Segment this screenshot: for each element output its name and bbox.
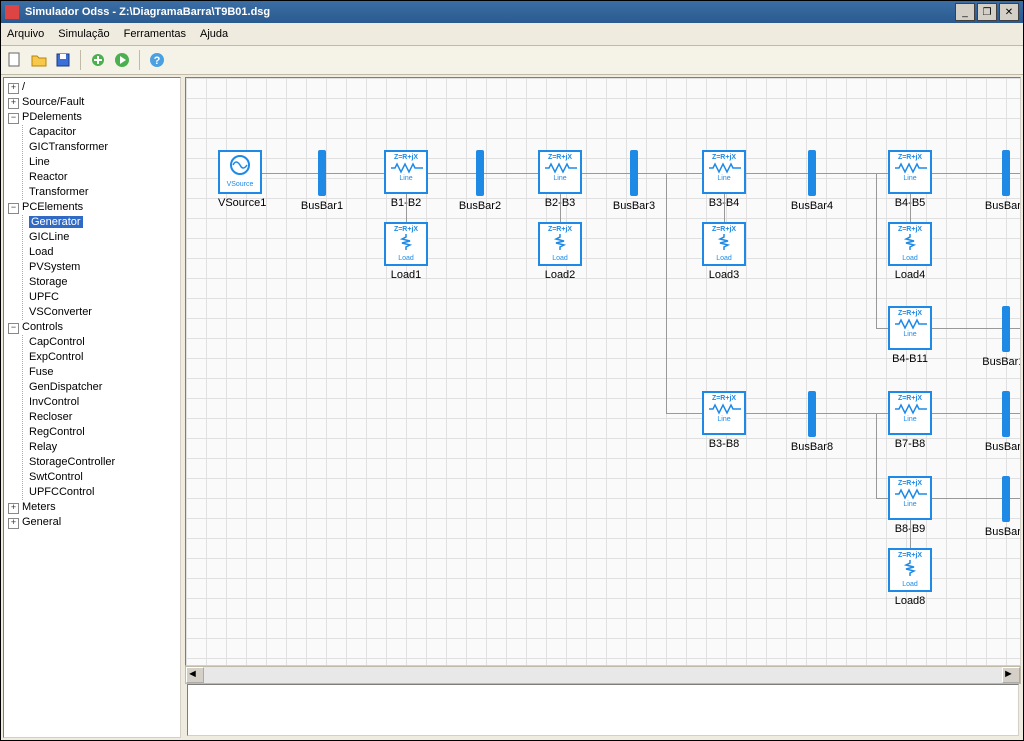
tree-relay[interactable]: Relay	[29, 440, 178, 455]
tree-regcontrol[interactable]: RegControl	[29, 425, 178, 440]
tree-meters[interactable]: +Meters	[8, 500, 178, 515]
tree-capcontrol[interactable]: CapControl	[29, 335, 178, 350]
save-icon[interactable]	[53, 50, 73, 70]
busbar5[interactable]	[1002, 150, 1010, 196]
busbar1[interactable]	[318, 150, 326, 196]
tree-expcontrol[interactable]: ExpControl	[29, 350, 178, 365]
status-panel	[187, 684, 1019, 736]
tree-gicline[interactable]: GICLine	[29, 230, 178, 245]
wire	[560, 194, 561, 222]
minimize-button[interactable]: _	[955, 3, 975, 21]
scroll-right-button[interactable]: ►	[1002, 667, 1020, 683]
tree-generator[interactable]: Generator	[29, 215, 178, 230]
busbar4-label: BusBar4	[782, 200, 842, 212]
tree-line[interactable]: Line	[29, 155, 178, 170]
menu-arquivo[interactable]: Arquivo	[7, 28, 44, 40]
add-icon[interactable]	[88, 50, 108, 70]
comp-load4[interactable]: Z=R+jXLoad Load4	[888, 222, 932, 281]
app-window: Simulador Odss - Z:\DiagramaBarra\T9B01.…	[0, 0, 1024, 741]
tree-pvsystem[interactable]: PVSystem	[29, 260, 178, 275]
help-icon[interactable]: ?	[147, 50, 167, 70]
busbar4[interactable]	[808, 150, 816, 196]
horizontal-scrollbar[interactable]: ◄ ►	[185, 666, 1021, 684]
toolbar-separator	[80, 50, 81, 70]
wire	[406, 194, 407, 222]
comp-load1[interactable]: Z=R+jXLoad Load1	[384, 222, 428, 281]
comp-load3[interactable]: Z=R+jXLoad Load3	[702, 222, 746, 281]
tree-invcontrol[interactable]: InvControl	[29, 395, 178, 410]
open-file-icon[interactable]	[29, 50, 49, 70]
busbar2-label: BusBar2	[450, 200, 510, 212]
busbar7-label: BusBar7	[976, 441, 1021, 453]
wire	[724, 194, 725, 222]
tree-upfc[interactable]: UPFC	[29, 290, 178, 305]
busbar3[interactable]	[630, 150, 638, 196]
run-icon[interactable]	[112, 50, 132, 70]
wire	[910, 194, 911, 222]
window-buttons: _ ❐ ✕	[955, 3, 1019, 21]
tree-panel[interactable]: +/ +Source/Fault −PDelements Capacitor G…	[3, 77, 181, 738]
tree-gictransformer[interactable]: GICTransformer	[29, 140, 178, 155]
busbar9[interactable]	[1002, 476, 1010, 522]
window-title: Simulador Odss - Z:\DiagramaBarra\T9B01.…	[25, 6, 955, 18]
wire	[876, 173, 877, 328]
busbar7[interactable]	[1002, 391, 1010, 437]
diagram-canvas[interactable]: VSource VSource1 BusBar1 Z=R+jXLine B1-B…	[185, 77, 1021, 666]
tree-gendispatcher[interactable]: GenDispatcher	[29, 380, 178, 395]
close-button[interactable]: ✕	[999, 3, 1019, 21]
app-icon	[5, 5, 19, 19]
menu-ajuda[interactable]: Ajuda	[200, 28, 228, 40]
busbar8[interactable]	[808, 391, 816, 437]
tree-fuse[interactable]: Fuse	[29, 365, 178, 380]
busbar11-label: BusBar11	[976, 356, 1021, 368]
comp-b7b8[interactable]: Z=R+jXLine B7-B8	[888, 391, 932, 450]
svg-text:?: ?	[154, 55, 161, 67]
tree-recloser[interactable]: Recloser	[29, 410, 178, 425]
scroll-left-button[interactable]: ◄	[186, 667, 204, 683]
client-area: +/ +Source/Fault −PDelements Capacitor G…	[1, 75, 1023, 740]
wire	[876, 413, 877, 498]
tree-transformer[interactable]: Transformer	[29, 185, 178, 200]
toolbar: ?	[1, 46, 1023, 75]
tree-swtcontrol[interactable]: SwtControl	[29, 470, 178, 485]
busbar9-label: BusBar9	[976, 526, 1021, 538]
tree-general[interactable]: +General	[8, 515, 178, 530]
maximize-button[interactable]: ❐	[977, 3, 997, 21]
comp-b3b8[interactable]: Z=R+jXLine B3-B8	[702, 391, 746, 450]
tree-upfccontrol[interactable]: UPFCControl	[29, 485, 178, 500]
busbar8-label: BusBar8	[782, 441, 842, 453]
menubar: Arquivo Simulação Ferramentas Ajuda	[1, 23, 1023, 46]
tree-pdelements[interactable]: −PDelements Capacitor GICTransformer Lin…	[8, 110, 178, 200]
tree-vsconverter[interactable]: VSConverter	[29, 305, 178, 320]
wire	[910, 520, 911, 548]
tree-sourcefault[interactable]: +Source/Fault	[8, 95, 178, 110]
tree-capacitor[interactable]: Capacitor	[29, 125, 178, 140]
tree-root[interactable]: +/	[8, 80, 178, 95]
tree-storage[interactable]: Storage	[29, 275, 178, 290]
menu-simulacao[interactable]: Simulação	[58, 28, 109, 40]
comp-b4b11[interactable]: Z=R+jXLine B4-B11	[888, 306, 932, 365]
busbar1-label: BusBar1	[292, 200, 352, 212]
tree-controls[interactable]: −Controls CapControl ExpControl Fuse Gen…	[8, 320, 178, 500]
scroll-track[interactable]	[204, 667, 1002, 683]
busbar3-label: BusBar3	[604, 200, 664, 212]
comp-load2[interactable]: Z=R+jXLoad Load2	[538, 222, 582, 281]
busbar5-label: BusBar5	[976, 200, 1021, 212]
comp-load8[interactable]: Z=R+jXLoad Load8	[888, 548, 932, 607]
busbar2[interactable]	[476, 150, 484, 196]
wire	[666, 173, 667, 413]
tree-pcelements[interactable]: −PCElements Generator GICLine Load PVSys…	[8, 200, 178, 320]
comp-vsource1[interactable]: VSource VSource1	[218, 150, 262, 209]
canvas-wrap: VSource VSource1 BusBar1 Z=R+jXLine B1-B…	[185, 77, 1021, 738]
menu-ferramentas[interactable]: Ferramentas	[124, 28, 186, 40]
tree-load[interactable]: Load	[29, 245, 178, 260]
titlebar: Simulador Odss - Z:\DiagramaBarra\T9B01.…	[1, 1, 1023, 23]
tree-storagecontroller[interactable]: StorageController	[29, 455, 178, 470]
tree-reactor[interactable]: Reactor	[29, 170, 178, 185]
toolbar-separator-2	[139, 50, 140, 70]
busbar11[interactable]	[1002, 306, 1010, 352]
new-file-icon[interactable]	[5, 50, 25, 70]
